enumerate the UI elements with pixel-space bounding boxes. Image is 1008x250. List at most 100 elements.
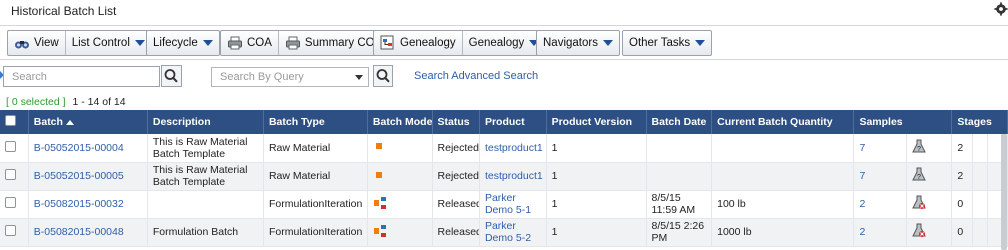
row-checkbox[interactable] (5, 169, 16, 180)
table-row[interactable]: B-05052015-00005 This is Raw Material Bat… (0, 162, 1008, 191)
query-input[interactable] (212, 68, 368, 86)
page-title: Historical Batch List (11, 4, 117, 18)
stages-cell: 0 (951, 218, 973, 247)
lifecycle-button[interactable]: Lifecycle (147, 31, 219, 55)
samples-icon-cell[interactable]: ? (906, 162, 953, 191)
status-cell: Rejected (432, 162, 480, 191)
batch-link[interactable]: B-05052015-00005 (34, 170, 124, 182)
table-row[interactable]: B-05082015-00048 Formulation Batch Formula… (0, 218, 1008, 247)
samples-icon-cell[interactable]: ? (906, 134, 953, 163)
status-cell: Rejected (432, 134, 480, 163)
column-header-samples[interactable]: Samples (853, 110, 953, 134)
samples-header-label: Samples (859, 116, 903, 128)
binoculars-icon (15, 41, 29, 49)
product-version-cell: 1 (546, 134, 647, 163)
list-control-button[interactable]: List Control (64, 31, 151, 55)
description-cell: This is Raw Material Batch Template (147, 162, 264, 191)
row-checkbox-cell[interactable] (0, 134, 29, 163)
vertical-scrollbar[interactable] (1001, 134, 1007, 250)
query-select[interactable] (211, 67, 369, 87)
single-square-icon (373, 169, 385, 184)
row-checkbox[interactable] (5, 140, 16, 152)
samples-icon-cell[interactable] (906, 218, 953, 247)
flask-question-icon[interactable]: ? (912, 167, 927, 185)
flask-error-icon[interactable] (912, 223, 927, 241)
column-header-current-batch-quantity[interactable]: Current Batch Quantity (711, 110, 855, 134)
product-link[interactable]: Parker Demo 5-1 (485, 192, 531, 216)
genealogy-group: Genealogy Genealogy (373, 30, 547, 56)
branch-squares-icon (373, 224, 387, 241)
column-header-batch-mode[interactable]: Batch Mode (367, 110, 433, 134)
product-link[interactable]: testproduct1 (485, 170, 543, 182)
search-input[interactable] (4, 67, 159, 86)
coa-button[interactable]: COA (221, 31, 278, 55)
samples-link[interactable]: 7 (859, 170, 865, 182)
view-label: View (34, 37, 59, 49)
product-link[interactable]: Parker Demo 5-2 (485, 220, 531, 244)
column-header-description[interactable]: Description (147, 110, 264, 134)
genealogy-dropdown-button[interactable]: Genealogy (461, 31, 546, 55)
description-cell (147, 190, 264, 219)
samples-link[interactable]: 2 (859, 226, 865, 238)
extra-cell (972, 190, 988, 219)
column-header-product[interactable]: Product (479, 110, 547, 134)
product-link[interactable]: testproduct1 (485, 142, 543, 154)
batch-date-cell: 8/5/15 11:59 AM (646, 190, 713, 219)
column-header-batch-type[interactable]: Batch Type (263, 110, 368, 134)
samples-link[interactable]: 7 (859, 142, 865, 154)
batch-link[interactable]: B-05052015-00004 (34, 142, 124, 154)
row-checkbox-cell[interactable] (0, 218, 29, 247)
record-count: 1 - 14 of 14 (72, 96, 126, 108)
view-button[interactable]: View (8, 31, 65, 55)
search-field[interactable] (3, 66, 160, 87)
batch-link[interactable]: B-05082015-00048 (34, 226, 124, 238)
stages-cell: 0 (951, 190, 973, 219)
gear-icon[interactable] (994, 2, 1008, 16)
genealogy-label: Genealogy (400, 37, 456, 49)
extra-cell (972, 218, 988, 247)
search-icon (376, 69, 390, 83)
sort-ascending-icon (65, 119, 74, 125)
chevron-down-icon (134, 40, 145, 46)
batch-link[interactable]: B-05082015-00032 (34, 198, 124, 210)
list-control-label: List Control (71, 37, 130, 49)
lifecycle-label: Lifecycle (153, 37, 198, 49)
chevron-down-icon (695, 40, 706, 46)
product-version-cell: 1 (546, 162, 647, 191)
batch-type-cell: FormulationIteration (263, 218, 368, 247)
svg-text:?: ? (917, 174, 921, 181)
flask-question-icon[interactable]: ? (912, 139, 927, 157)
row-checkbox[interactable] (5, 225, 16, 236)
coa-group: COA Summary COA (220, 30, 390, 56)
select-all-checkbox[interactable] (5, 115, 16, 126)
row-checkbox-cell[interactable] (0, 162, 29, 191)
table-row[interactable]: B-05052015-00004 This is Raw Material Bat… (0, 134, 1008, 163)
batch-mode-cell (367, 190, 433, 219)
search-button[interactable] (161, 65, 182, 87)
row-checkbox[interactable] (5, 197, 16, 208)
table-header-row: Batch Description Batch Type Batch Mode … (0, 110, 1008, 134)
summary-coa-button[interactable]: Summary COA (277, 31, 388, 55)
navigators-button[interactable]: Navigators (537, 31, 619, 55)
selected-count: [ 0 selected ] (6, 96, 66, 108)
batch-mode-cell (367, 162, 433, 191)
stages-cell: 2 (951, 162, 973, 191)
column-header-batch-date[interactable]: Batch Date (646, 110, 713, 134)
row-checkbox-cell[interactable] (0, 190, 29, 219)
column-header-product-version[interactable]: Product Version (546, 110, 647, 134)
flask-error-icon[interactable] (912, 195, 927, 213)
column-header-stages[interactable]: Stages (951, 110, 1008, 134)
select-all-checkbox-cell[interactable] (0, 110, 29, 134)
samples-icon-cell[interactable] (906, 190, 953, 219)
table-row[interactable]: B-05082015-00032 FormulationIteration Rele… (0, 190, 1008, 219)
samples-link[interactable]: 2 (859, 198, 865, 210)
query-search-button[interactable] (373, 65, 393, 87)
column-header-batch[interactable]: Batch (28, 110, 148, 134)
other-tasks-button[interactable]: Other Tasks (623, 31, 711, 55)
genealogy-button[interactable]: Genealogy (374, 31, 462, 55)
advanced-search-link[interactable]: Search Advanced Search (414, 70, 538, 82)
lifecycle-group: Lifecycle (146, 30, 220, 56)
navigators-group: Navigators (536, 30, 620, 56)
other-tasks-label: Other Tasks (629, 37, 691, 49)
column-header-status[interactable]: Status (432, 110, 480, 134)
